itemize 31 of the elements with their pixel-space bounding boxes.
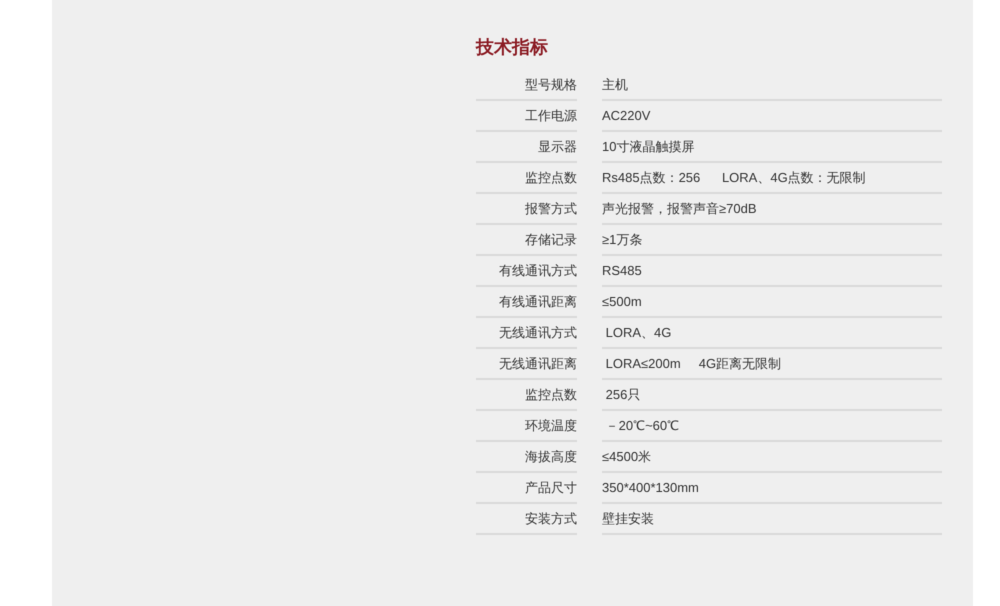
spec-value: ≥1万条 [602,225,942,256]
spec-label: 环境温度 [476,411,577,442]
spec-label: 安装方式 [476,504,577,535]
spec-value: 声光报警，报警声音≥70dB [602,194,942,225]
spec-value: ≤4500米 [602,442,942,473]
spec-value: AC220V [602,101,942,132]
spec-value: LORA、4G [602,318,942,349]
spec-label: 工作电源 [476,101,577,132]
spec-label: 有线通讯方式 [476,256,577,287]
spec-label: 无线通讯方式 [476,318,577,349]
spec-label: 监控点数 [476,380,577,411]
spec-label: 报警方式 [476,194,577,225]
spec-label: 产品尺寸 [476,473,577,504]
spec-label: 无线通讯距离 [476,349,577,380]
spec-value: 256只 [602,380,942,411]
spec-value: LORA≤200m 4G距离无限制 [602,349,942,380]
spec-label: 型号规格 [476,70,577,101]
spec-label: 存储记录 [476,225,577,256]
spec-value: ≤500m [602,287,942,318]
spec-label: 监控点数 [476,163,577,194]
spec-label: 有线通讯距离 [476,287,577,318]
spec-value: 350*400*130mm [602,473,942,504]
section-title: 技术指标 [476,36,549,59]
spec-value: 主机 [602,70,942,101]
spec-label: 海拔高度 [476,442,577,473]
spec-value: Rs485点数：256 LORA、4G点数：无限制 [602,163,942,194]
spec-value: 10寸液晶触摸屏 [602,132,942,163]
spec-label: 显示器 [476,132,577,163]
spec-value: －20℃~60℃ [602,411,942,442]
spec-value: 壁挂安装 [602,504,942,535]
spec-value: RS485 [602,256,942,287]
